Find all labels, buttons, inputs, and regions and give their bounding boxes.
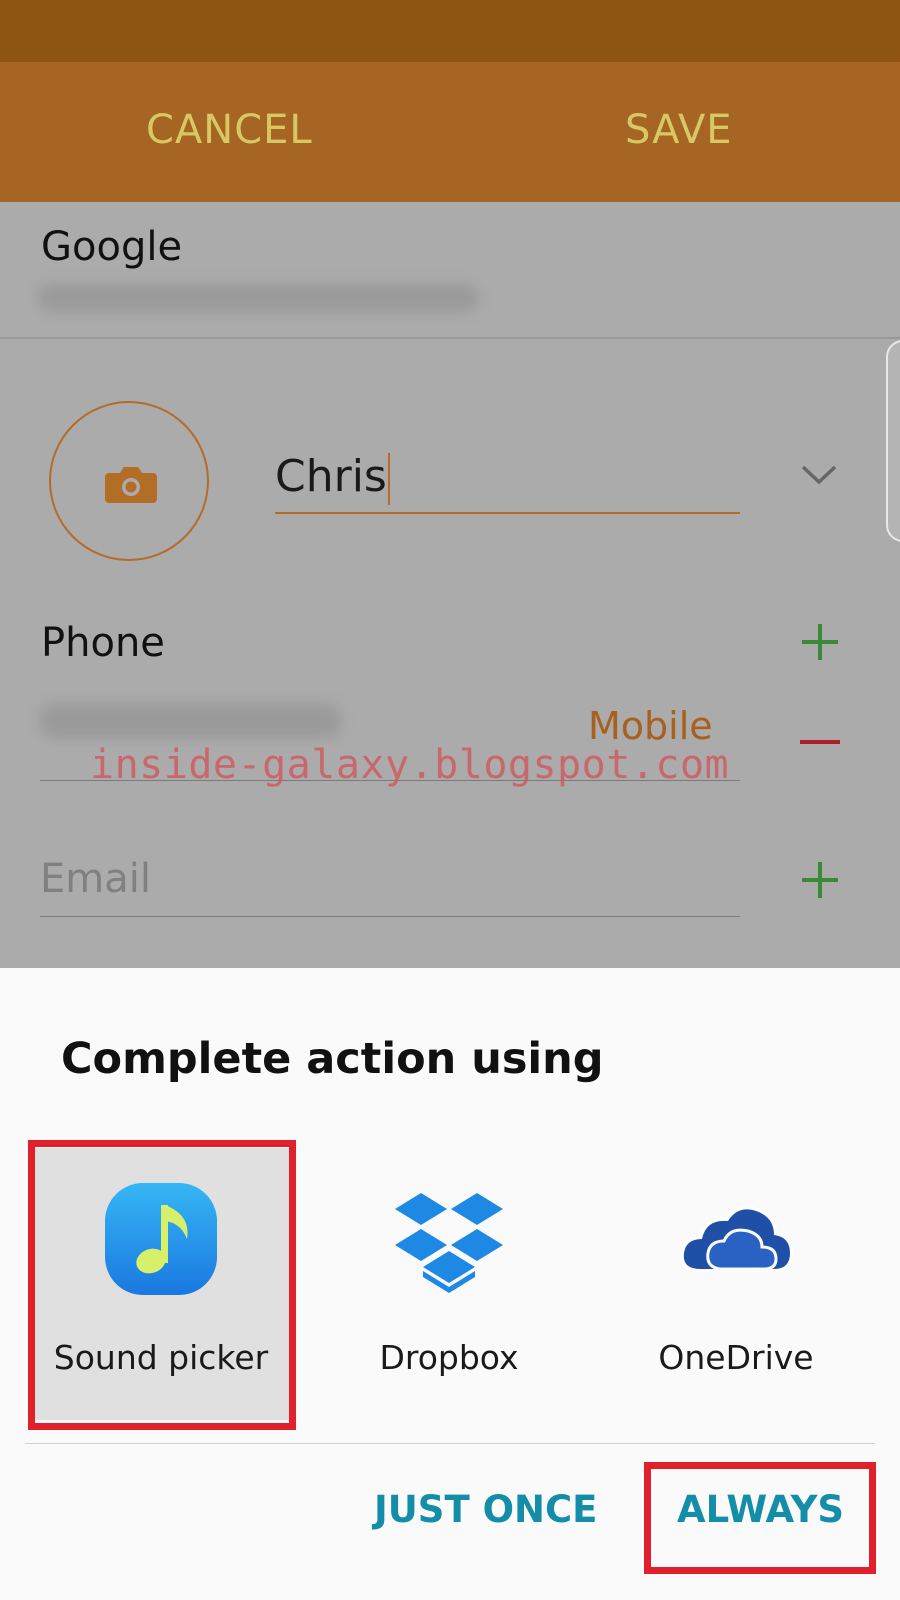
phone-number-blurred[interactable] [40,704,340,738]
contact-form: Google Chris Phone Mobile inside-galaxy.… [0,202,900,968]
chevron-down-icon[interactable] [800,464,838,486]
sheet-title: Complete action using [61,1034,604,1084]
app-label-onedrive: OneDrive [658,1338,814,1377]
add-photo-button[interactable] [49,401,209,561]
app-option-dropbox[interactable]: Dropbox [321,1148,577,1420]
dropbox-icon [395,1193,503,1293]
camera-icon [105,467,157,503]
screen: CANCEL SAVE Google Chris Phone Mobile in… [0,0,900,1600]
remove-phone-minus-icon[interactable] [800,740,840,744]
watermark-text: inside-galaxy.blogspot.com [90,742,730,788]
cancel-button[interactable]: CANCEL [146,107,313,153]
edge-panel-handle[interactable] [886,340,900,542]
account-email-blurred [38,284,478,312]
add-phone-plus-icon[interactable] [800,622,840,662]
app-option-onedrive[interactable]: OneDrive [608,1148,864,1420]
complete-action-sheet: Complete action using Sound picker Dropb… [0,968,900,1600]
add-email-plus-icon[interactable] [800,860,840,900]
phone-section-label: Phone [41,620,165,666]
onedrive-icon [680,1206,794,1272]
action-bar: CANCEL SAVE [0,62,900,202]
name-field-value: Chris [275,451,387,502]
app-label-dropbox: Dropbox [379,1338,519,1377]
account-label: Google [41,224,183,270]
app-option-sound-picker[interactable]: Sound picker [33,1148,289,1420]
always-button[interactable]: ALWAYS [677,1488,844,1531]
name-field[interactable]: Chris [275,442,740,514]
account-divider [0,337,900,339]
sound-picker-icon [105,1183,217,1295]
status-bar [0,0,900,62]
app-label-sound-picker: Sound picker [53,1338,269,1377]
text-cursor [387,453,390,505]
just-once-button[interactable]: JUST ONCE [374,1488,597,1531]
save-button[interactable]: SAVE [625,107,733,153]
email-field[interactable]: Email [40,842,740,917]
sheet-divider [25,1443,875,1444]
